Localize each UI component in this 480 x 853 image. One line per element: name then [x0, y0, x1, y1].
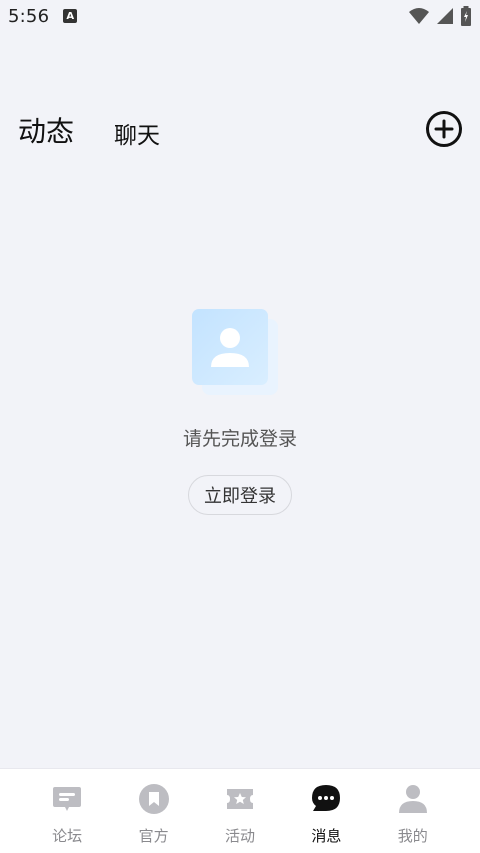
nav-item-official[interactable]: 官方	[114, 769, 194, 853]
nav-label-forum: 论坛	[52, 827, 83, 845]
nav-item-messages[interactable]: 消息	[286, 769, 366, 853]
wifi-icon	[409, 8, 429, 24]
nav-label-official: 官方	[138, 827, 169, 845]
signal-icon	[437, 8, 453, 24]
plus-circle-icon[interactable]	[425, 110, 463, 148]
login-button[interactable]: 立即登录	[188, 475, 292, 515]
nav-label-activity: 活动	[224, 827, 255, 845]
forum-icon	[53, 787, 82, 811]
battery-icon	[461, 6, 471, 26]
nav-item-activity[interactable]: 活动	[200, 769, 280, 853]
nav-item-profile[interactable]: 我的	[373, 769, 453, 853]
status-bar: 5:56 A	[0, 0, 480, 32]
user-card-icon	[192, 309, 278, 395]
bookmark-icon	[138, 784, 169, 814]
status-time: 5:56	[8, 5, 50, 27]
bottom-nav: 论坛 官方 活动 消息 我的	[0, 768, 480, 853]
notification-a-icon: A	[63, 9, 78, 23]
status-left: 5:56 A	[8, 5, 78, 27]
chat-bubble-icon	[312, 785, 341, 811]
ticket-star-icon	[226, 789, 253, 809]
tab-chat[interactable]: 聊天	[114, 116, 160, 150]
status-right	[408, 6, 472, 26]
nav-label-profile: 我的	[397, 827, 428, 845]
nav-label-messages: 消息	[311, 827, 342, 845]
nav-item-forum[interactable]: 论坛	[27, 769, 107, 853]
header: 动态 聊天	[0, 32, 480, 192]
empty-state: 请先完成登录 立即登录	[0, 305, 480, 515]
empty-message: 请先完成登录	[182, 428, 297, 450]
person-icon	[398, 785, 427, 813]
tab-dynamic[interactable]: 动态	[18, 110, 74, 150]
